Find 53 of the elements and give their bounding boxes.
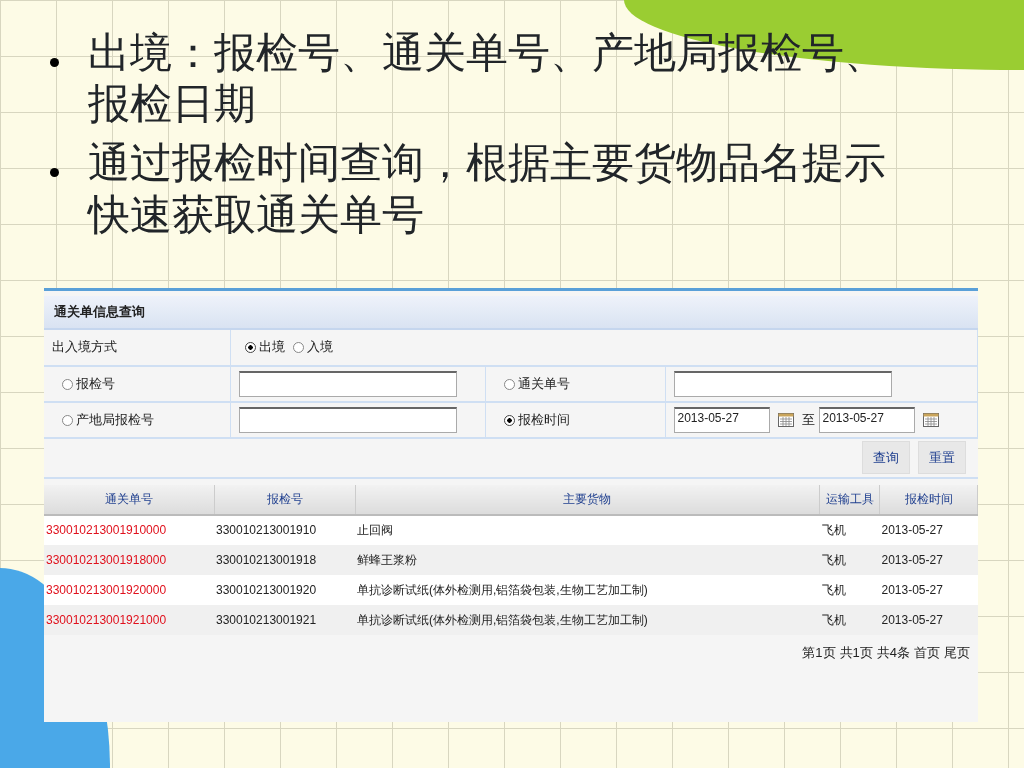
field-label: 报检时间 xyxy=(518,411,571,427)
field-label: 出入境方式 xyxy=(52,339,117,355)
input-field[interactable] xyxy=(674,370,893,397)
column-header[interactable]: 运输工具 xyxy=(819,484,880,515)
panel-title: 通关单信息查询 xyxy=(44,296,978,330)
pager-link[interactable]: 尾页 xyxy=(944,642,970,662)
field-label: 产地局报检号 xyxy=(76,411,154,427)
table-cell: 2013-05-27 xyxy=(881,582,943,597)
column-header[interactable]: 主要货物 xyxy=(355,484,820,515)
date-field[interactable]: 2013-05-27 xyxy=(674,406,771,433)
radio-button[interactable] xyxy=(244,342,256,354)
table-cell: 330010213001920 xyxy=(216,582,317,597)
radio-button[interactable] xyxy=(292,342,304,354)
date-field[interactable]: 2013-05-27 xyxy=(819,406,916,433)
column-header[interactable]: 报检号 xyxy=(214,484,355,515)
radio-button[interactable] xyxy=(62,378,73,390)
pager-link[interactable]: 首页 xyxy=(914,642,940,662)
table-cell: 330010213001921 xyxy=(216,612,317,627)
table-cell: 2013-05-27 xyxy=(881,552,943,567)
radio-label: 出境 xyxy=(258,339,285,355)
table-cell: 飞机 xyxy=(821,612,846,627)
range-separator: 至 xyxy=(802,410,816,429)
column-header[interactable]: 报检时间 xyxy=(879,484,978,515)
calendar-icon[interactable] xyxy=(923,412,940,427)
pager-text: 共4条 xyxy=(876,643,910,662)
table-cell: 单抗诊断试纸(体外检测用,铝箔袋包装,生物工艺加工制) xyxy=(357,612,648,627)
table-cell: 2013-05-27 xyxy=(881,612,943,627)
table-cell: 330010213001918 xyxy=(216,552,317,567)
pager-text: 第1页 xyxy=(802,643,836,662)
field-label: 报检号 xyxy=(76,375,115,391)
calendar-icon[interactable] xyxy=(778,412,795,427)
table-cell: 330010213001910 xyxy=(216,523,317,537)
table-cell: 2013-05-27 xyxy=(881,523,943,537)
search-button[interactable]: 查询 xyxy=(861,440,910,475)
radio-button[interactable] xyxy=(62,414,73,426)
table-cell: 飞机 xyxy=(821,582,846,597)
input-field[interactable] xyxy=(238,370,457,397)
table-cell: 飞机 xyxy=(821,523,846,537)
table-cell: 飞机 xyxy=(821,552,846,567)
bullet-text: 通过报检时间查询，根据主要货物品名提示快速获取通关单号 xyxy=(88,139,887,240)
bullet-icon xyxy=(50,58,59,67)
pager-text: 共1页 xyxy=(839,643,873,662)
table-cell: 鲜蜂王浆粉 xyxy=(357,552,417,567)
radio-label: 入境 xyxy=(306,339,333,355)
reset-button[interactable]: 重置 xyxy=(917,440,966,475)
field-label: 通关单号 xyxy=(518,375,571,391)
radio-button[interactable] xyxy=(504,414,516,426)
radio-button[interactable] xyxy=(504,378,516,390)
column-header[interactable]: 通关单号 xyxy=(44,484,214,515)
input-field[interactable] xyxy=(238,406,457,433)
bullet-icon xyxy=(50,168,59,178)
table-cell: 止回阀 xyxy=(357,523,393,537)
table-cell: 单抗诊断试纸(体外检测用,铝箔袋包装,生物工艺加工制) xyxy=(357,582,648,597)
